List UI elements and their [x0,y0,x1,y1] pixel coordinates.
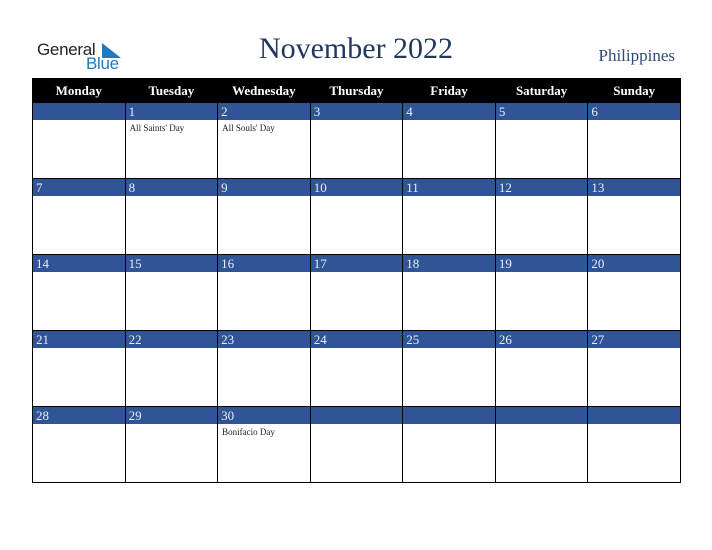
day-cell[interactable] [494,406,589,483]
day-cell[interactable]: 10 [309,178,404,255]
day-number: 2 [218,103,310,120]
weekday-friday: Friday [402,78,496,103]
day-number: 26 [495,331,588,348]
day-number: 21 [33,331,125,348]
day-cell[interactable]: 24 [309,330,404,407]
day-number: 17 [310,255,403,272]
day-number [403,407,495,424]
day-cell[interactable] [587,406,681,483]
day-number: 5 [495,103,588,120]
day-number: 15 [125,255,218,272]
day-number: 12 [495,179,588,196]
week-row: 7 8 9 10 11 12 13 [32,178,681,255]
day-cell[interactable]: 30 Bonifacio Day [217,406,311,483]
weekday-sunday: Sunday [587,78,681,103]
week-row: 14 15 16 17 18 19 20 [32,254,681,331]
day-number: 1 [125,103,218,120]
day-cell[interactable]: 9 [217,178,311,255]
day-cell[interactable]: 12 [494,178,589,255]
day-number: 8 [125,179,218,196]
day-cell[interactable]: 1 All Saints' Day [124,102,219,179]
day-number: 7 [33,179,125,196]
day-number: 11 [403,179,495,196]
country-label: Philippines [598,46,675,65]
weekday-thursday: Thursday [309,78,404,103]
day-number: 14 [33,255,125,272]
day-cell[interactable] [309,406,404,483]
day-number: 23 [218,331,310,348]
holiday-label: All Souls' Day [222,123,275,133]
day-number: 28 [33,407,125,424]
day-cell[interactable]: 18 [402,254,496,331]
day-cell[interactable]: 2 All Souls' Day [217,102,311,179]
day-cell[interactable]: 5 [494,102,589,179]
day-number [495,407,588,424]
day-cell[interactable]: 29 [124,406,219,483]
day-number: 22 [125,331,218,348]
day-cell[interactable]: 6 [587,102,681,179]
day-cell[interactable]: 27 [587,330,681,407]
day-cell[interactable]: 20 [587,254,681,331]
day-number: 19 [495,255,588,272]
day-number: 10 [310,179,403,196]
day-cell[interactable]: 14 [32,254,126,331]
weekday-wednesday: Wednesday [217,78,311,103]
day-cell[interactable]: 21 [32,330,126,407]
day-number: 13 [588,179,680,196]
day-cell[interactable] [402,406,496,483]
day-cell[interactable]: 22 [124,330,219,407]
day-number: 6 [588,103,680,120]
day-number: 3 [310,103,403,120]
weekday-tuesday: Tuesday [124,78,219,103]
day-cell[interactable]: 26 [494,330,589,407]
day-cell[interactable]: 11 [402,178,496,255]
holiday-label: All Saints' Day [129,123,185,133]
weekday-monday: Monday [32,78,126,103]
day-number [310,407,403,424]
day-number [33,103,125,120]
week-row: 1 All Saints' Day 2 All Souls' Day 3 4 5 6 [32,102,681,179]
day-number: 30 [218,407,310,424]
day-number: 27 [588,331,680,348]
calendar-grid: Monday Tuesday Wednesday Thursday Friday Satu… [32,78,681,483]
day-cell[interactable]: 28 [32,406,126,483]
day-number: 29 [125,407,218,424]
day-cell[interactable]: 19 [494,254,589,331]
day-number: 9 [218,179,310,196]
day-cell[interactable]: 17 [309,254,404,331]
day-cell[interactable]: 7 [32,178,126,255]
day-cell[interactable] [32,102,126,179]
weekday-header-row: Monday Tuesday Wednesday Thursday Friday Satu… [32,78,681,103]
day-number [588,407,680,424]
day-number: 4 [403,103,495,120]
day-number: 24 [310,331,403,348]
day-cell[interactable]: 23 [217,330,311,407]
day-number: 20 [588,255,680,272]
week-row: 21 22 23 24 25 26 27 [32,330,681,407]
day-number: 18 [403,255,495,272]
day-number: 16 [218,255,310,272]
day-cell[interactable]: 4 [402,102,496,179]
weekday-saturday: Saturday [494,78,589,103]
week-row: 28 29 30 Bonifacio Day [32,406,681,483]
holiday-label: Bonifacio Day [222,427,275,437]
day-cell[interactable]: 25 [402,330,496,407]
day-cell[interactable]: 8 [124,178,219,255]
day-cell[interactable]: 15 [124,254,219,331]
day-number: 25 [403,331,495,348]
day-cell[interactable]: 3 [309,102,404,179]
day-cell[interactable]: 16 [217,254,311,331]
day-cell[interactable]: 13 [587,178,681,255]
